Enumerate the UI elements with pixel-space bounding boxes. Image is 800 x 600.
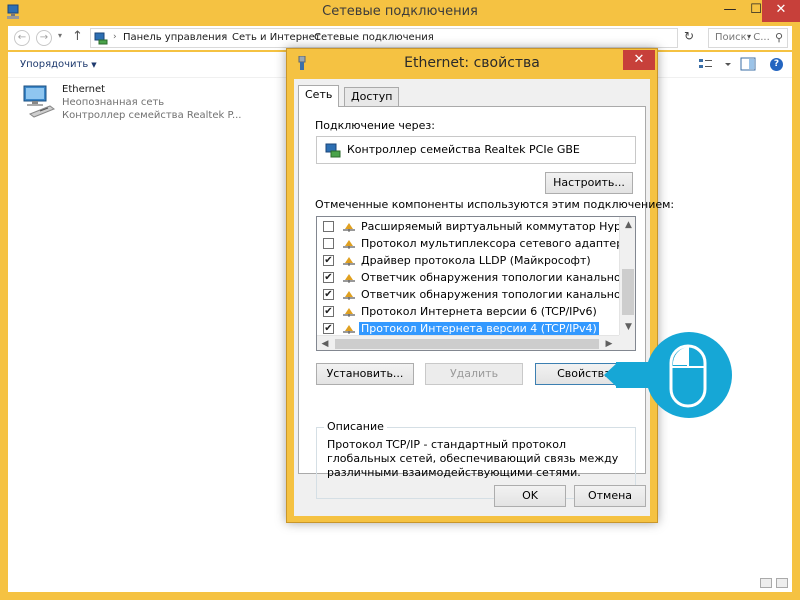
component-item[interactable]: ✔ Ответчик обнаружения топологии канально… [317,287,635,304]
network-protocol-icon [343,274,355,283]
horizontal-scroll-thumb[interactable] [335,339,599,349]
component-label: Ответчик обнаружения топологии канальног… [361,288,636,301]
breadcrumb-separator: › [222,32,226,42]
change-view-icon[interactable] [698,57,714,71]
help-icon[interactable]: ? [770,58,783,71]
network-adapter-icon [325,143,341,158]
vertical-scrollbar[interactable]: ▲ ▼ [619,217,635,335]
scrollbar-corner [619,335,635,350]
description-text: Протокол TCP/IP - стандартный протокол г… [327,438,619,479]
tab-sharing[interactable]: Доступ [344,87,400,107]
search-input[interactable]: Поиск: С... ⚲ [708,28,788,48]
configure-button[interactable]: Настроить... [545,172,633,194]
scroll-down-icon[interactable]: ▼ [620,319,635,335]
install-button[interactable]: Установить... [316,363,414,385]
large-icons-view-icon[interactable] [776,578,788,588]
up-arrow-icon[interactable]: ↑ [72,29,83,44]
organize-dropdown-icon: ▼ [91,61,97,69]
dialog-title: Ethernet: свойства [404,55,540,71]
navigation-bar: ← → ▾ ↑ › Панель управления › Сеть и Инт… [8,26,792,50]
component-checkbox[interactable] [323,221,334,232]
details-view-icon[interactable] [760,578,772,588]
connect-using-label: Подключение через: [315,119,435,132]
scroll-up-icon[interactable]: ▲ [620,217,635,233]
minimize-button[interactable]: — [716,0,744,22]
ethernet-properties-dialog: Ethernet: свойства ✕ Сеть Доступ Подключ… [286,48,674,523]
cancel-button[interactable]: Отмена [574,485,646,507]
ok-button[interactable]: OK [494,485,566,507]
component-label: Ответчик обнаружения топологии канальног… [361,271,636,284]
component-label: Протокол Интернета версии 4 (TCP/IPv4) [359,322,599,335]
horizontal-scrollbar[interactable]: ◀ ▶ [317,335,635,350]
breadcrumb-network-connections[interactable]: Сетевые подключения [314,32,434,43]
network-protocol-icon [343,291,355,300]
network-adapter-icon [23,85,56,118]
dialog-body: Сеть Доступ Подключение через: Контролле… [294,79,674,516]
adapter-name: Контроллер семейства Realtek PCIe GBE [347,143,580,156]
component-checkbox[interactable]: ✔ [323,255,334,266]
component-label: Драйвер протокола LLDP (Майкрософт) [361,254,591,267]
breadcrumb-separator: › [304,32,308,42]
component-item[interactable]: ✔ Драйвер протокола LLDP (Майкрософт) [317,253,619,270]
scroll-right-icon[interactable]: ▶ [601,336,617,350]
component-label: Протокол мультиплексора сетевого адаптер… [361,237,636,250]
organize-button[interactable]: Упорядочить ▼ [20,59,97,70]
connection-name: Ethernet [62,84,106,95]
component-checkbox[interactable]: ✔ [323,289,334,300]
network-protocol-icon [343,308,355,317]
component-label: Протокол Интернета версии 6 (TCP/IPv6) [361,305,597,318]
breadcrumb-control-panel[interactable]: Панель управления [123,32,227,43]
network-protocol-icon [343,257,355,266]
connection-status: Неопознанная сеть [62,97,165,108]
components-list[interactable]: Расширяемый виртуальный коммутатор Hyper… [316,216,636,351]
window-close-button[interactable]: ✕ [762,0,800,22]
ethernet-connection-item[interactable]: Ethernet Неопознанная сеть Контроллер се… [20,82,290,124]
search-icon[interactable]: ⚲ [775,31,783,44]
vertical-scroll-thumb[interactable] [622,269,634,315]
breadcrumb-separator: › [113,32,117,42]
adapter-field: Контроллер семейства Realtek PCIe GBE [316,136,636,164]
recent-locations-dropdown-icon[interactable]: ▾ [58,31,62,40]
network-protocol-icon [343,240,355,249]
address-bar[interactable]: › Панель управления › Сеть и Интернет › … [90,28,751,48]
back-arrow-icon[interactable]: ← [14,30,30,46]
network-protocol-icon [343,325,355,334]
window-title: Сетевые подключения [322,4,478,19]
component-item[interactable]: ✔ Ответчик обнаружения топологии канально… [317,270,635,287]
description-legend: Описание [324,420,387,433]
component-checkbox[interactable] [323,238,334,249]
dialog-close-button[interactable]: ✕ [623,50,655,70]
network-folder-icon [94,32,108,45]
component-checkbox[interactable]: ✔ [323,272,334,283]
organize-label: Упорядочить [20,59,89,70]
component-checkbox[interactable]: ✔ [323,306,334,317]
component-label: Расширяемый виртуальный коммутатор Hyper… [361,220,636,233]
components-label: Отмеченные компоненты используются этим … [315,198,675,211]
connection-adapter: Контроллер семейства Realtek P... [62,110,242,121]
uninstall-button[interactable]: Удалить [425,363,523,385]
tab-network[interactable]: Сеть [298,85,340,107]
scroll-left-icon[interactable]: ◀ [317,336,333,350]
preview-pane-icon[interactable] [740,57,756,71]
mouse-left-click-icon [669,344,707,408]
component-item[interactable]: ✔ Протокол Интернета версии 6 (TCP/IPv6) [317,304,619,321]
forward-arrow-icon[interactable]: → [36,30,52,46]
component-checkbox[interactable]: ✔ [323,323,334,334]
refresh-icon[interactable]: ↻ [684,29,694,43]
search-placeholder: Поиск: С... [715,32,770,43]
network-protocol-icon [343,223,355,232]
view-options-dropdown-icon[interactable] [724,57,732,71]
component-item[interactable]: Расширяемый виртуальный коммутатор Hyper… [317,219,635,236]
component-item[interactable]: Протокол мультиплексора сетевого адаптер… [317,236,635,253]
